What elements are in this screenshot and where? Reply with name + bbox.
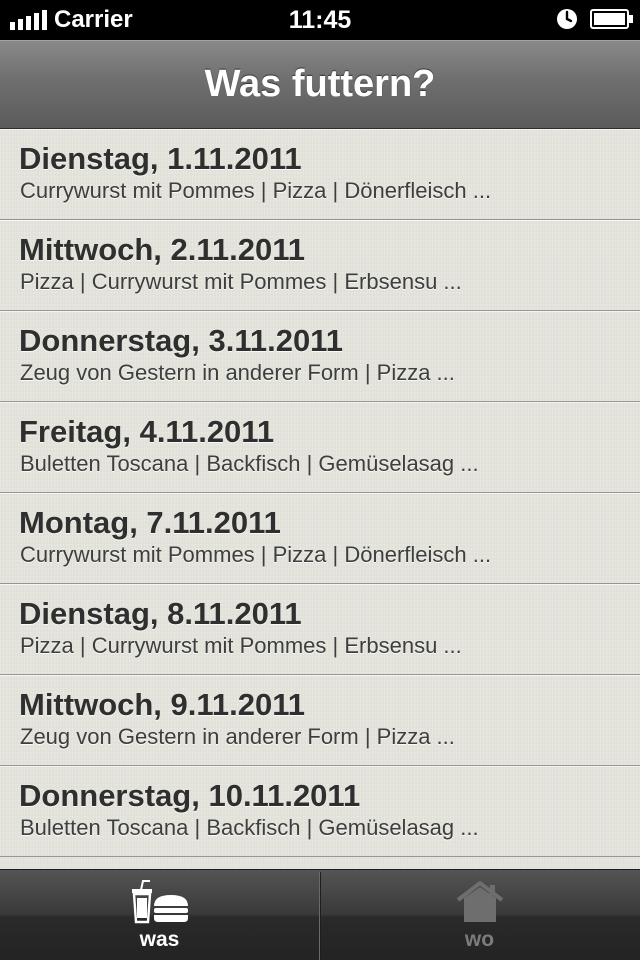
list-item-day[interactable]: Montag, 7.11.2011 Currywurst mit Pommes …: [0, 493, 640, 584]
status-bar: Carrier 11:45: [0, 0, 640, 40]
status-time: 11:45: [288, 6, 352, 34]
day-title: Donnerstag, 3.11.2011: [19, 323, 343, 358]
menu-preview: Pizza | Currywurst mit Pommes | Erbsensu…: [20, 269, 462, 294]
menu-preview: Zeug von Gestern in anderer Form | Pizza…: [20, 724, 455, 749]
tab-was[interactable]: was: [0, 870, 319, 960]
day-title: Donnerstag, 10.11.2011: [19, 778, 361, 813]
menu-preview: Currywurst mit Pommes | Pizza | Dönerfle…: [20, 542, 492, 567]
list-item-day[interactable]: Dienstag, 1.11.2011 Currywurst mit Pomme…: [0, 129, 640, 220]
day-title: Montag, 7.11.2011: [19, 505, 281, 540]
list-item-day[interactable]: Mittwoch, 2.11.2011 Pizza | Currywurst m…: [0, 220, 640, 311]
menu-preview: Zeug von Gestern in anderer Form | Pizza…: [20, 360, 455, 385]
list-item-day[interactable]: Donnerstag, 3.11.2011 Zeug von Gestern i…: [0, 311, 640, 402]
tab-label-wo: wo: [464, 928, 495, 951]
menu-preview: Currywurst mit Pommes | Pizza | Dönerfle…: [20, 178, 492, 203]
navigation-bar: Was futtern?: [0, 40, 640, 129]
day-list: Dienstag, 1.11.2011 Currywurst mit Pomme…: [0, 129, 640, 869]
day-title: Dienstag, 1.11.2011: [19, 141, 302, 176]
list-item-day[interactable]: Dienstag, 8.11.2011 Pizza | Currywurst m…: [0, 584, 640, 675]
menu-preview: Pizza | Currywurst mit Pommes | Erbsensu…: [20, 633, 462, 658]
day-title: Dienstag, 8.11.2011: [19, 596, 302, 631]
day-title: Mittwoch, 2.11.2011: [19, 232, 306, 267]
list-item-day[interactable]: Donnerstag, 10.11.2011 Buletten Toscana …: [0, 766, 640, 857]
house-icon: [320, 880, 639, 929]
list-item-day[interactable]: Mittwoch, 9.11.2011 Zeug von Gestern in …: [0, 675, 640, 766]
tab-bar: was wo: [0, 869, 640, 960]
drink-burger-icon: [0, 880, 319, 929]
list-item-day[interactable]: Freitag, 4.11.2011 Buletten Toscana | Ba…: [0, 402, 640, 493]
menu-preview: Buletten Toscana | Backfisch | Gemüselas…: [20, 451, 479, 476]
day-title: Mittwoch, 9.11.2011: [19, 687, 306, 722]
battery-icon: [590, 9, 633, 29]
clock-icon: [557, 9, 577, 29]
tab-label-was: was: [139, 928, 180, 951]
tab-wo[interactable]: wo: [320, 870, 639, 960]
menu-preview: Buletten Toscana | Backfisch | Gemüselas…: [20, 815, 479, 840]
day-title: Freitag, 4.11.2011: [19, 414, 275, 449]
page-title: Was futtern?: [204, 63, 436, 105]
